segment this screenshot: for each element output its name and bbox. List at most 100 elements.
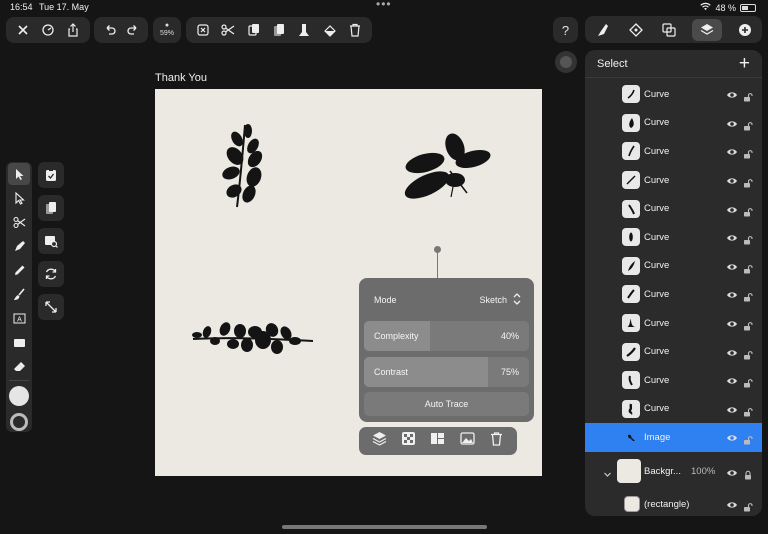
layer-row-curve[interactable]: Curve — [585, 166, 762, 195]
chevron-down-icon[interactable] — [603, 466, 612, 484]
layer-row-curve[interactable]: Curve — [585, 194, 762, 223]
style-tab-icon[interactable] — [591, 19, 613, 41]
layers-tab-icon[interactable] — [692, 18, 723, 41]
zoom-group[interactable]: ● 59% — [153, 17, 181, 43]
layer-row-rectangle[interactable]: (rectangle) — [585, 490, 762, 516]
trash-icon[interactable] — [344, 19, 366, 41]
image-search-icon[interactable] — [38, 228, 64, 254]
pencil-tool[interactable] — [8, 259, 30, 281]
trash-icon[interactable] — [489, 431, 504, 451]
add-circle-icon[interactable] — [734, 19, 756, 41]
close-button[interactable] — [12, 19, 34, 41]
zoom-indicator[interactable]: ● 59% — [160, 22, 174, 38]
undo-button[interactable] — [99, 19, 121, 41]
eye-icon[interactable] — [726, 145, 738, 157]
unlock-icon[interactable] — [743, 404, 753, 417]
layer-row-curve[interactable]: Curve — [585, 280, 762, 309]
eye-icon[interactable] — [726, 203, 738, 215]
scissors-icon[interactable] — [217, 19, 239, 41]
layer-row-curve[interactable]: Curve — [585, 395, 762, 424]
panel-grip[interactable] — [555, 51, 577, 73]
help-button[interactable]: ? — [557, 19, 574, 41]
redo-button[interactable] — [122, 19, 144, 41]
unlock-icon[interactable] — [743, 89, 753, 102]
mode-row[interactable]: Mode Sketch — [364, 285, 529, 315]
pen-tool[interactable] — [8, 235, 30, 257]
layer-row-curve[interactable]: Curve — [585, 309, 762, 338]
eye-icon[interactable] — [726, 466, 738, 478]
eye-icon[interactable] — [726, 288, 738, 300]
trace-handle[interactable] — [434, 246, 441, 253]
mode-value[interactable]: Sketch — [479, 295, 507, 305]
lock-icon[interactable] — [743, 467, 753, 480]
layout-icon[interactable] — [430, 431, 445, 451]
document-settings-button[interactable] — [37, 19, 59, 41]
eye-icon[interactable] — [726, 498, 738, 510]
chevron-updown-icon[interactable] — [512, 292, 522, 308]
unlock-icon[interactable] — [743, 499, 753, 512]
selection-tool[interactable] — [8, 163, 30, 185]
arrange-tab-icon[interactable] — [625, 19, 647, 41]
paste-icon[interactable] — [268, 19, 290, 41]
layer-row-background-group[interactable]: Backgr... 100% — [585, 456, 762, 488]
artboard-title[interactable]: Thank You — [155, 72, 207, 84]
copy-icon[interactable] — [243, 19, 265, 41]
paste-style-icon[interactable] — [293, 19, 315, 41]
multitask-dots[interactable]: ••• — [376, 0, 392, 11]
eye-icon[interactable] — [726, 431, 738, 443]
rotate-icon[interactable] — [38, 261, 64, 287]
unlock-icon[interactable] — [743, 375, 753, 388]
add-layer-icon[interactable]: + — [739, 53, 750, 75]
layer-row-curve[interactable]: Curve — [585, 223, 762, 252]
unlock-icon[interactable] — [743, 204, 753, 217]
unlock-icon[interactable] — [743, 261, 753, 274]
layer-row-curve[interactable]: Curve — [585, 80, 762, 109]
unlock-icon[interactable] — [743, 175, 753, 188]
eye-icon[interactable] — [726, 231, 738, 243]
scissors-tool[interactable] — [8, 211, 30, 233]
unlock-icon[interactable] — [743, 347, 753, 360]
fill-color-swatch[interactable] — [8, 384, 30, 408]
eye-icon[interactable] — [726, 260, 738, 272]
layers-icon[interactable] — [372, 431, 387, 451]
node-tool[interactable] — [8, 187, 30, 209]
path-ops-tab-icon[interactable] — [658, 19, 680, 41]
eye-icon[interactable] — [726, 346, 738, 358]
layer-row-image[interactable]: Image — [585, 423, 762, 452]
duplicate-icon[interactable] — [38, 195, 64, 221]
complexity-slider[interactable]: Complexity 40% — [364, 321, 529, 351]
eye-icon[interactable] — [726, 317, 738, 329]
resize-icon[interactable] — [38, 294, 64, 320]
unlock-icon[interactable] — [743, 318, 753, 331]
eye-icon[interactable] — [726, 117, 738, 129]
brush-tool[interactable] — [8, 283, 30, 305]
eye-icon[interactable] — [726, 174, 738, 186]
auto-trace-button[interactable]: Auto Trace — [364, 392, 529, 416]
eye-icon[interactable] — [726, 403, 738, 415]
clipboard-check-icon[interactable] — [38, 162, 64, 188]
contrast-slider[interactable]: Contrast 75% — [364, 357, 529, 387]
image-icon[interactable] — [460, 431, 475, 451]
unlock-icon[interactable] — [743, 232, 753, 245]
transparency-grid-icon[interactable] — [401, 431, 416, 451]
layer-row-curve[interactable]: Curve — [585, 109, 762, 138]
unlock-icon[interactable] — [743, 289, 753, 302]
layers-title[interactable]: Select — [597, 58, 628, 70]
unlock-icon[interactable] — [743, 432, 753, 445]
unlock-icon[interactable] — [743, 118, 753, 131]
layer-row-curve[interactable]: Curve — [585, 137, 762, 166]
eye-icon[interactable] — [726, 88, 738, 100]
clear-style-icon[interactable] — [319, 19, 341, 41]
text-tool[interactable]: A — [8, 307, 30, 329]
eraser-tool[interactable] — [8, 355, 30, 377]
deselect-button[interactable] — [192, 19, 214, 41]
share-button[interactable] — [62, 19, 84, 41]
eye-icon[interactable] — [726, 374, 738, 386]
shape-tool[interactable] — [8, 331, 30, 353]
layer-row-curve[interactable]: Curve — [585, 337, 762, 366]
layer-row-curve[interactable]: Curve — [585, 252, 762, 281]
home-indicator[interactable] — [282, 525, 487, 529]
unlock-icon[interactable] — [743, 146, 753, 159]
layer-row-curve[interactable]: Curve — [585, 366, 762, 395]
stroke-color-swatch[interactable] — [8, 410, 30, 434]
